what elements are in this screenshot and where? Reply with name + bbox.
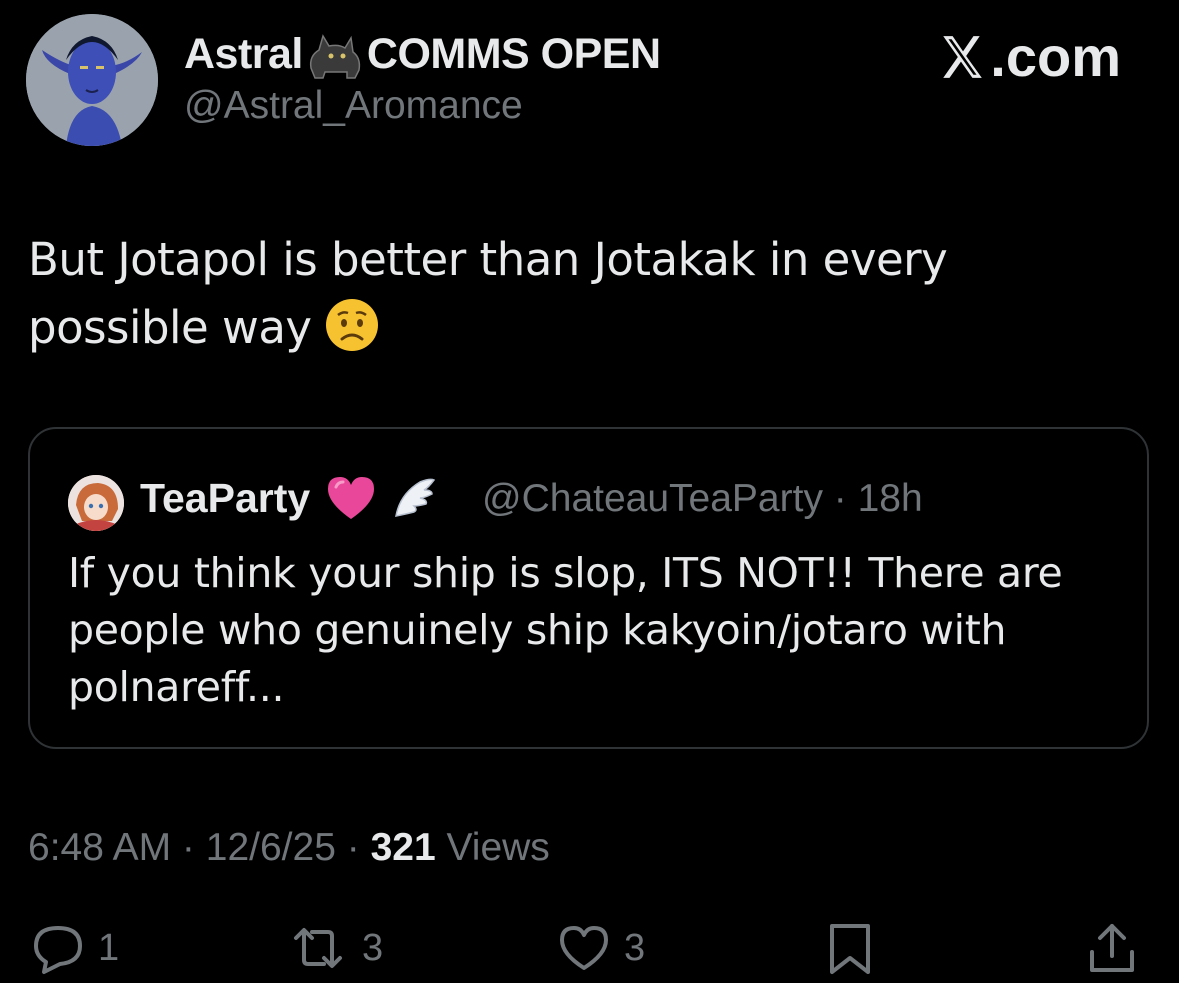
bookmark-icon [830, 924, 870, 974]
bookmark-button[interactable] [822, 920, 878, 976]
reply-count: 1 [98, 926, 120, 969]
brand-label: .com [990, 25, 1121, 88]
blue-elf-avatar [26, 14, 158, 146]
heart-icon [560, 926, 608, 970]
tweet-body: But Jotapol is better than Jotakak in ev… [28, 233, 948, 354]
author-avatar[interactable] [26, 14, 158, 146]
x-brand: .com [936, 24, 1121, 89]
quote-author-name: TeaParty [140, 474, 311, 521]
reply-button[interactable]: 1 [30, 920, 119, 976]
action-bar: 1 3 3 [0, 916, 1179, 983]
worried-face-emoji [325, 299, 378, 351]
repost-count: 3 [362, 926, 384, 969]
author-handle[interactable]: @Astral_Aromance [184, 84, 523, 128]
tweet-date[interactable]: 12/6/25 [206, 826, 336, 869]
pink-heart-emoji [328, 477, 375, 519]
repost-button[interactable]: 3 [286, 920, 383, 976]
author-display-name[interactable]: Astral COMMS OPEN [184, 28, 661, 80]
tweet-text: But Jotapol is better than Jotakak in ev… [28, 226, 1028, 362]
quote-author-avatar[interactable] [68, 475, 124, 531]
like-button[interactable]: 3 [556, 920, 645, 976]
black-cat-emoji [309, 34, 361, 79]
meta-separator: · [335, 826, 371, 869]
x-logo-icon [943, 35, 983, 78]
share-icon [1090, 924, 1134, 972]
repost-icon [294, 928, 342, 968]
share-button[interactable] [1084, 920, 1140, 976]
quote-text: If you think your ship is slop, ITS NOT!… [68, 549, 1063, 711]
tweet-time[interactable]: 6:48 AM [28, 826, 171, 869]
like-count: 3 [624, 926, 646, 969]
reply-icon [34, 926, 82, 974]
angel-wing-emoji [395, 478, 436, 517]
meta-separator: · [171, 826, 206, 869]
author-name: Astral [184, 29, 303, 78]
anime-avatar [68, 475, 124, 531]
quote-handle-time[interactable]: @ChateauTeaParty · 18h [482, 477, 923, 521]
author-name-suffix: COMMS OPEN [366, 29, 661, 78]
views-count: 321 [370, 826, 436, 869]
tweet-meta: 6:48 AM · 12/6/25 · 321 Views [28, 826, 550, 870]
quote-author-name-row[interactable]: TeaParty [140, 473, 438, 523]
quoted-tweet[interactable]: TeaParty @ChateauTeaParty · 18h If you t… [28, 427, 1149, 749]
views-label: Views [435, 826, 550, 869]
